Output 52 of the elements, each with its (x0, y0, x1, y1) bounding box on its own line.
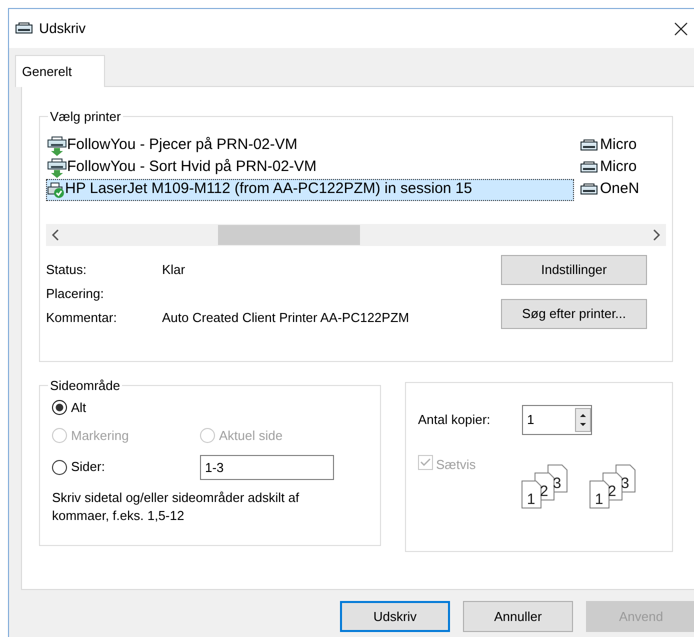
detail-value: Auto Created Client Printer AA-PC122PZM (162, 308, 410, 327)
detail-label: Placering: (46, 284, 105, 303)
group-title: Sideområde (49, 377, 122, 395)
radio-label: Markering (71, 427, 129, 445)
pages-input-field[interactable]: 1-3 (200, 454, 334, 480)
group-title: Vælg printer (49, 108, 122, 126)
dialog-button[interactable]: Annuller (463, 601, 573, 632)
detail-label: Status: (46, 260, 88, 279)
printer-icon (580, 138, 598, 152)
stacked-pages-icon (522, 464, 568, 508)
window-title: Udskriv (39, 19, 86, 38)
close-icon[interactable] (674, 22, 688, 36)
collate-label: Sætvis (436, 456, 476, 474)
printer-list-item[interactable]: FollowYou - Pjecer på PRN-02-VM (46, 134, 574, 156)
page-number: 3 (552, 475, 562, 492)
printer-type-text: OneN (600, 179, 640, 200)
radio-label: Alt (71, 398, 86, 416)
page-number: 3 (620, 475, 630, 492)
dialog-button[interactable]: Udskriv (340, 601, 450, 632)
printer-icon (580, 182, 598, 196)
stacked-pages-icon (590, 464, 636, 508)
printer-list-item[interactable]: FollowYou - Sort Hvid på PRN-02-VM (46, 156, 574, 178)
dialog-button[interactable]: Søg efter printer... (501, 298, 647, 328)
radio-option[interactable]: Alt (52, 398, 368, 417)
radio-label: Sider: (71, 458, 105, 476)
printer-icon (580, 160, 598, 174)
radio-option[interactable]: Sider: (52, 457, 200, 477)
horizontal-scrollbar[interactable] (46, 224, 666, 246)
printer-type-text: Micro (600, 157, 637, 178)
network-printer-icon (47, 158, 67, 178)
printer-list-item[interactable]: HP LaserJet M109-M112 (from AA-PC122PZM) in session 15 (46, 178, 574, 200)
check-icon (420, 458, 431, 467)
spinner-arrows-icon[interactable] (575, 408, 591, 432)
network-printer-icon (47, 136, 67, 156)
copies-spinbox[interactable]: 1 (522, 405, 592, 435)
page-range-hint: Skriv sidetal og/eller sideområder adskilt af kommaer, f.eks. 1,5-12 (52, 488, 300, 524)
radio-button[interactable] (52, 400, 67, 415)
printer-check-icon (47, 180, 65, 198)
copies-label: Antal kopier: (418, 411, 492, 430)
tab[interactable]: Generelt (15, 55, 105, 87)
page-number: 1 (594, 491, 604, 508)
page-number: 1 (526, 491, 536, 508)
scrollbar-thumb[interactable] (218, 224, 360, 244)
detail-value: Klar (162, 260, 186, 279)
radio-button[interactable] (52, 460, 67, 474)
dialog-button[interactable]: Indstillinger (501, 254, 647, 284)
page-number: 2 (608, 483, 616, 500)
radio-label: Aktuel side (219, 427, 283, 445)
printer-icon (15, 22, 33, 36)
detail-label: Kommentar: (46, 308, 118, 327)
page-number: 2 (540, 483, 548, 500)
printer-type-text: Micro (600, 135, 637, 156)
